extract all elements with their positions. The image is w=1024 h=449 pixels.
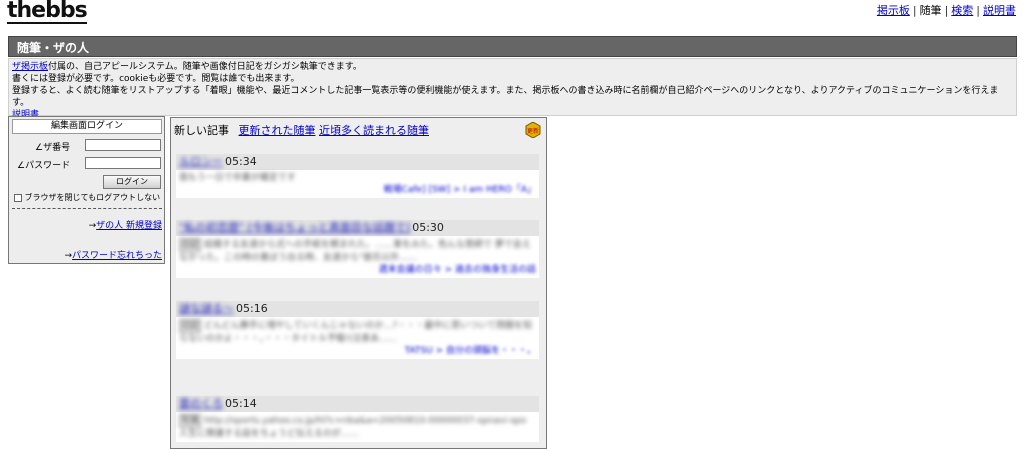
entry-time: 05:30	[412, 221, 444, 234]
entry-title-link[interactable]: 謎な謎る〜	[179, 302, 234, 315]
id-label: ∠ザ番号	[35, 143, 71, 153]
nav-bbs-link[interactable]: 掲示板	[877, 4, 910, 17]
intro-line-3: 登録すると、よく読む随筆をリストアップする「着眼」機能や、最近コメントした記事一…	[12, 86, 999, 108]
login-heading: 編集画面ログイン	[12, 119, 162, 134]
entry-tag: 日記	[179, 238, 202, 252]
intro-box: ザ掲示板付属の、自己アピールシステム。随筆や画像付日記をガシガシ執筆できます。 …	[8, 58, 1017, 120]
stay-logged-in-checkbox[interactable]: ブラウザを閉じてもログアウトしない	[14, 192, 160, 203]
site-logo[interactable]: thebbs	[7, 0, 88, 24]
page-title-bar: 随筆・ザの人	[8, 36, 1017, 57]
entry-footer[interactable]: 戦場Cafe] [SW] > I am HERO「A」	[179, 184, 536, 196]
tab-new-articles: 新しい記事	[174, 124, 229, 137]
entry-title-link[interactable]: ルロンー	[179, 155, 223, 168]
entry-title-link[interactable]: "私の初恋歴" [今後はちょっと真面目な話題で]	[179, 221, 410, 234]
feed-panel: 新しい記事 更新された随筆 近頃多く読まれる随筆 更新 ルロンー 05:34 我も…	[170, 117, 547, 449]
svg-text:更新: 更新	[527, 127, 539, 135]
tab-popular-essays[interactable]: 近頃多く読まれる随筆	[319, 124, 429, 137]
forgot-link-row: →パスワード忘れちった	[64, 251, 162, 261]
checkbox-icon[interactable]	[14, 193, 22, 202]
entry-footer[interactable]: TATSU > 自分の頭脳を・・・。	[179, 345, 536, 357]
nav-search-link[interactable]: 検索	[951, 4, 973, 17]
update-badge-icon[interactable]: 更新	[525, 122, 541, 138]
bbs-link[interactable]: ザ掲示板	[12, 62, 48, 72]
tab-updated-essays[interactable]: 更新された随筆	[239, 124, 316, 137]
entry-footer[interactable]: 週末会議の日々 > 過去の独身生活の話	[179, 264, 536, 276]
entry-body: 日記 結婚する友達から式への手紙を頼まれた。……事をみた。色んな恩師で 夢で会えな…	[176, 236, 539, 278]
register-link[interactable]: ザの人 新規登録	[96, 221, 162, 231]
intro-line-2: 書くには登録が必要です。cookieも必要です。閲覧は誰でも出来ます。	[12, 74, 300, 84]
nav-essay-current: 随筆	[919, 4, 942, 17]
entry-time: 05:14	[225, 397, 257, 410]
entry-title-row: "私の初恋歴" [今後はちょっと真面目な話題で] 05:30	[176, 220, 539, 236]
top-nav: 掲示板 | 随筆 | 検索 | 説明書	[876, 4, 1016, 17]
page-title: 随筆・ザの人	[17, 41, 90, 55]
register-link-row: →ザの人 新規登録	[88, 221, 162, 231]
feed-entry: ルロンー 05:34 我もう一日で卒業が確定です 戦場Cafe] [SW] > I…	[176, 154, 539, 198]
feed-entry: 謎な謎る〜 05:16 日記 どんどん勝手に増やしていくんじゃないのか…?・・・最中…	[176, 301, 539, 359]
intro-line-1: ザ掲示板付属の、自己アピールシステム。随筆や画像付日記をガシガシ執筆できます。	[12, 62, 362, 72]
entry-time: 05:34	[225, 155, 257, 168]
login-button[interactable]: ログイン	[103, 175, 161, 189]
entry-tag: 写真	[179, 414, 202, 428]
nav-manual-link[interactable]: 説明書	[983, 4, 1016, 17]
feed-entry: "私の初恋歴" [今後はちょっと真面目な話題で] 05:30 日記 結婚する友達から…	[176, 220, 539, 278]
entry-title-row: 雲のくろ 05:14	[176, 396, 539, 412]
password-input[interactable]	[85, 157, 161, 169]
id-input[interactable]	[85, 139, 161, 151]
feed-entry: 雲のくろ 05:14 写真 http://sports.yahoo.co.jp/hl…	[176, 396, 539, 442]
entry-title-link[interactable]: 雲のくろ	[179, 397, 223, 410]
entry-time: 05:16	[236, 302, 268, 315]
password-label: ∠パスワード	[17, 161, 71, 171]
entry-tag: 日記	[179, 319, 202, 333]
forgot-password-link[interactable]: パスワード忘れちった	[72, 251, 162, 261]
entry-body: 日記 どんどん勝手に増やしていくんじゃないのか…?・・・最中に思いついて問題を知ら…	[176, 317, 539, 359]
login-panel: 編集画面ログイン ∠ザ番号 ∠パスワード ログイン ブラウザを閉じてもログアウト…	[8, 116, 165, 264]
entry-body: 我もう一日で卒業が確定です 戦場Cafe] [SW] > I am HERO「A…	[176, 170, 539, 198]
entry-title-row: 謎な謎る〜 05:16	[176, 301, 539, 317]
feed-tabs: 新しい記事 更新された随筆 近頃多く読まれる随筆	[174, 122, 429, 138]
entry-title-row: ルロンー 05:34	[176, 154, 539, 170]
divider	[12, 208, 162, 209]
